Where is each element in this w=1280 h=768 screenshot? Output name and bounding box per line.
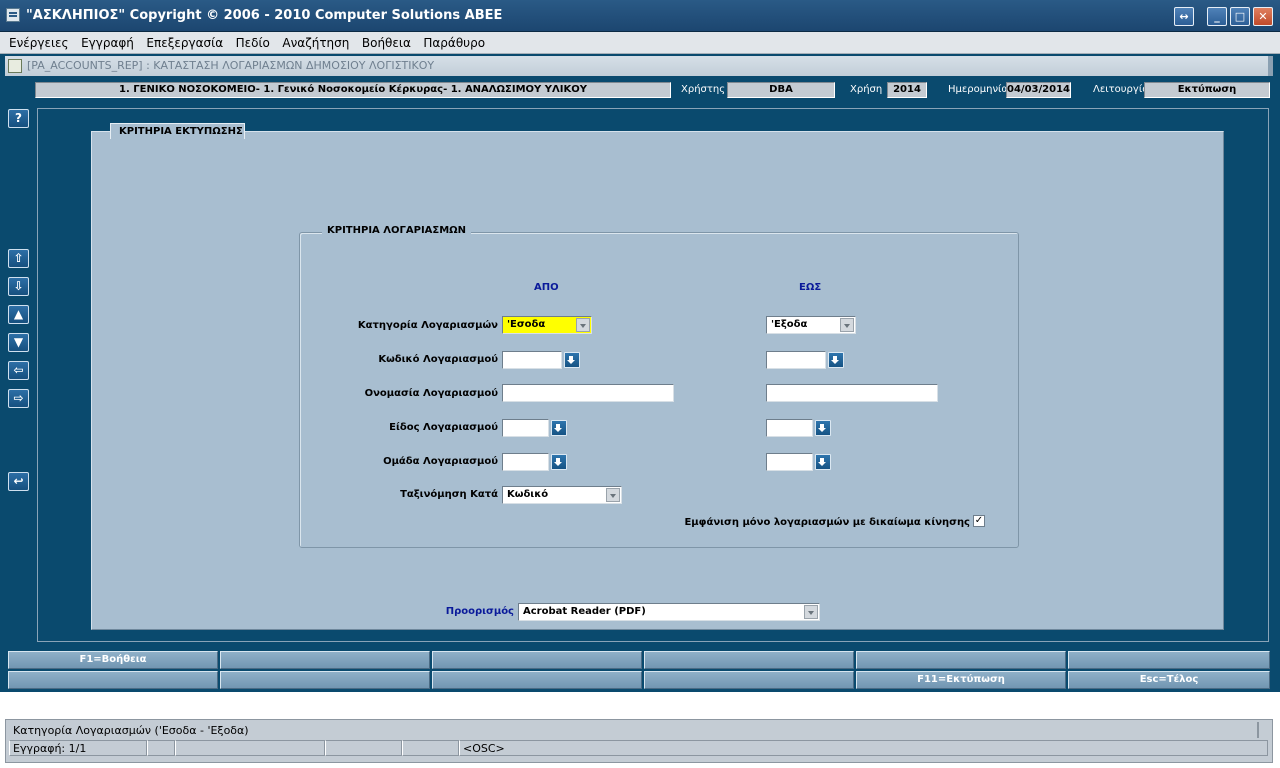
type-to-input[interactable] — [766, 419, 813, 437]
destination-label: Προορισμός — [445, 606, 514, 617]
group-to-lov-icon[interactable] — [815, 454, 831, 470]
chevron-down-icon[interactable] — [606, 488, 620, 502]
code-label: Κωδικό Λογαριασμού — [378, 354, 498, 365]
form-scroll-edge — [1268, 56, 1273, 76]
user-label: Χρήστης — [681, 84, 726, 95]
category-from-value: 'Εσοδα — [507, 319, 546, 330]
menu-bar: Ενέργειες Εγγραφή Επεξεργασία Πεδίο Αναζ… — [0, 32, 1280, 54]
type-from-input[interactable] — [502, 419, 549, 437]
category-to-select[interactable]: 'Εξοδα — [766, 316, 856, 334]
menu-item-search[interactable]: Αναζήτηση — [282, 36, 349, 50]
show-only-checkbox[interactable]: ✓ — [973, 515, 985, 527]
type-label: Είδος Λογαριασμού — [389, 422, 498, 433]
arrow-right-icon[interactable]: ⇨ — [8, 389, 29, 408]
menu-item-edit[interactable]: Επεξεργασία — [146, 36, 223, 50]
menu-item-help[interactable]: Βοήθεια — [362, 36, 411, 50]
mode-field: Εκτύπωση — [1144, 82, 1270, 98]
sort-value: Κωδικό — [507, 489, 549, 500]
fkey-slot[interactable] — [220, 671, 430, 689]
status-divider — [1257, 722, 1259, 738]
code-from-input[interactable] — [502, 351, 562, 369]
minimize-icon[interactable]: _ — [1207, 7, 1227, 26]
date-label: Ημερομηνία — [948, 84, 1009, 95]
destination-value: Acrobat Reader (PDF) — [523, 606, 646, 617]
group-from-lov-icon[interactable] — [551, 454, 567, 470]
fkey-slot[interactable] — [644, 671, 854, 689]
fkey-slot[interactable] — [8, 671, 218, 689]
to-column-header: ΕΩΣ — [799, 282, 822, 293]
type-from-lov-icon[interactable] — [551, 420, 567, 436]
group-label: Ομάδα Λογαριασμού — [383, 456, 498, 467]
sort-select[interactable]: Κωδικό — [502, 486, 622, 504]
accounts-criteria-title: ΚΡΙΤΗΡΙΑ ΛΟΓΑΡΙΑΣΜΩΝ — [322, 225, 472, 236]
window-title-bar: "ΑΣΚΛΗΠΙΟΣ" Copyright © 2006 - 2010 Comp… — [0, 0, 1280, 32]
fkey-slot[interactable] — [1068, 651, 1270, 669]
name-from-input[interactable] — [502, 384, 674, 402]
date-field: 04/03/2014 — [1006, 82, 1071, 98]
user-field: DBA — [727, 82, 835, 98]
form-title: [PA_ACCOUNTS_REP] : ΚΑΤΑΣΤΑΣΗ ΛΟΓΑΡΙΑΣΜΩ… — [27, 59, 435, 72]
year-field: 2014 — [887, 82, 927, 98]
fkey-slot[interactable] — [856, 651, 1066, 669]
status-record: Εγγραφή: 1/1 — [9, 740, 147, 756]
status-message: Κατηγορία Λογαριασμών ('Εσοδα - 'Εξοδα) — [13, 724, 249, 737]
group-from-input[interactable] — [502, 453, 549, 471]
name-label: Ονομασία Λογαριασμού — [364, 388, 498, 399]
from-column-header: ΑΠΟ — [534, 282, 559, 293]
fkey-print[interactable]: F11=Εκτύπωση — [856, 671, 1066, 689]
status-cell — [402, 740, 459, 756]
chevron-down-icon[interactable] — [804, 605, 818, 619]
status-cell — [325, 740, 402, 756]
name-to-input[interactable] — [766, 384, 938, 402]
arrow-left-icon[interactable]: ⇦ — [8, 361, 29, 380]
restore-icon[interactable]: ↔ — [1174, 7, 1194, 26]
code-from-lov-icon[interactable] — [564, 352, 580, 368]
last-record-icon[interactable]: ⇩ — [8, 277, 29, 296]
fkey-slot[interactable] — [644, 651, 854, 669]
type-to-lov-icon[interactable] — [815, 420, 831, 436]
fkey-slot[interactable] — [432, 671, 642, 689]
app-icon — [6, 8, 20, 22]
fkey-slot[interactable] — [220, 651, 430, 669]
form-icon — [8, 59, 22, 73]
category-label: Κατηγορία Λογαριασμών — [357, 320, 498, 331]
next-record-icon[interactable]: ▼ — [8, 333, 29, 352]
first-record-icon[interactable]: ⇧ — [8, 249, 29, 268]
close-icon[interactable]: ✕ — [1253, 7, 1273, 26]
mode-label: Λειτουργία — [1093, 84, 1149, 95]
undo-icon[interactable]: ↩ — [8, 472, 29, 491]
category-to-value: 'Εξοδα — [771, 319, 808, 330]
fkey-help[interactable]: F1=Βοήθεια — [8, 651, 218, 669]
fkey-exit[interactable]: Esc=Τέλος — [1068, 671, 1270, 689]
window-title: "ΑΣΚΛΗΠΙΟΣ" Copyright © 2006 - 2010 Comp… — [26, 8, 503, 23]
menu-item-window[interactable]: Παράθυρο — [423, 36, 485, 50]
code-to-lov-icon[interactable] — [828, 352, 844, 368]
chevron-down-icon[interactable] — [576, 318, 590, 332]
menu-item-record[interactable]: Εγγραφή — [81, 36, 134, 50]
status-cell — [175, 740, 325, 756]
group-to-input[interactable] — [766, 453, 813, 471]
fkey-slot[interactable] — [432, 651, 642, 669]
category-from-select[interactable]: 'Εσοδα — [502, 316, 592, 334]
status-cell — [147, 740, 175, 756]
menu-item-field[interactable]: Πεδίο — [236, 36, 270, 50]
previous-record-icon[interactable]: ▲ — [8, 305, 29, 324]
hospital-field: 1. ΓΕΝΙΚΟ ΝΟΣΟΚΟΜΕΙΟ- 1. Γενικό Νοσοκομε… — [35, 82, 671, 98]
chevron-down-icon[interactable] — [840, 318, 854, 332]
sort-label: Ταξινόμηση Κατά — [400, 489, 498, 500]
maximize-icon[interactable]: □ — [1230, 7, 1250, 26]
help-icon[interactable]: ? — [8, 109, 29, 128]
show-only-label: Εμφάνιση μόνο λογαριασμών με δικαίωμα κί… — [684, 517, 970, 528]
tab-print-criteria[interactable]: ΚΡΙΤΗΡΙΑ ΕΚΤΥΠΩΣΗΣ — [110, 123, 245, 139]
year-label: Χρήση — [850, 84, 883, 95]
form-title-strip: [PA_ACCOUNTS_REP] : ΚΑΤΑΣΤΑΣΗ ΛΟΓΑΡΙΑΣΜΩ… — [5, 56, 1273, 76]
destination-select[interactable]: Acrobat Reader (PDF) — [518, 603, 820, 621]
status-mode: <OSC> — [459, 740, 1268, 756]
menu-item-actions[interactable]: Ενέργειες — [9, 36, 69, 50]
code-to-input[interactable] — [766, 351, 826, 369]
